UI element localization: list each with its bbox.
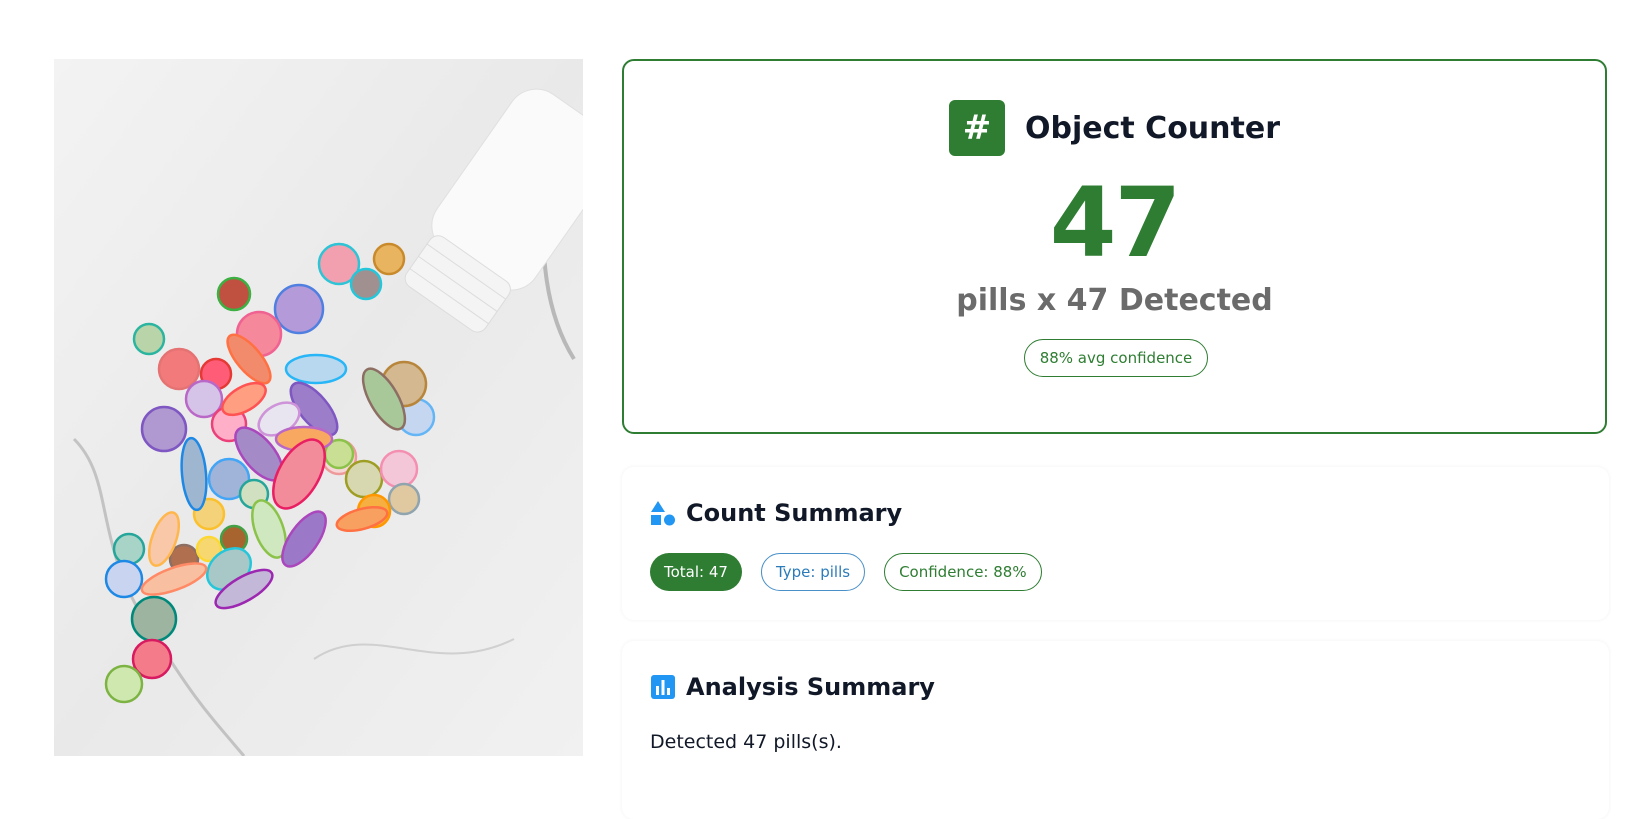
detected-label: pills x 47 Detected bbox=[956, 283, 1273, 318]
count-summary-card: Count Summary Total: 47 Type: pills Conf… bbox=[622, 467, 1609, 620]
total-chip: Total: 47 bbox=[650, 553, 742, 591]
analysis-summary-title: Analysis Summary bbox=[686, 673, 935, 701]
confidence-badge: 88% avg confidence bbox=[1024, 339, 1208, 377]
type-chip: Type: pills bbox=[760, 553, 866, 591]
counter-header: # Object Counter bbox=[624, 100, 1605, 156]
object-counter-card: # Object Counter 47 pills x 47 Detected … bbox=[622, 59, 1607, 434]
hash-icon: # bbox=[949, 100, 1005, 156]
shapes-icon bbox=[651, 501, 675, 526]
summary-chips: Total: 47 Type: pills Confidence: 88% bbox=[650, 553, 1042, 591]
analysis-summary-card: Analysis Summary Detected 47 pills(s). bbox=[622, 641, 1609, 819]
pills-image bbox=[54, 59, 583, 756]
count-summary-title: Count Summary bbox=[686, 499, 903, 527]
object-count: 47 bbox=[1049, 167, 1182, 279]
count-summary-header: Count Summary bbox=[650, 499, 902, 527]
confidence-chip: Confidence: 88% bbox=[884, 553, 1042, 591]
analysis-text: Detected 47 pills(s). bbox=[650, 731, 842, 753]
bar-chart-icon bbox=[651, 675, 675, 699]
counter-title: Object Counter bbox=[1025, 110, 1280, 146]
pills-photo-graphic bbox=[54, 59, 583, 756]
analysis-summary-header: Analysis Summary bbox=[650, 673, 935, 701]
